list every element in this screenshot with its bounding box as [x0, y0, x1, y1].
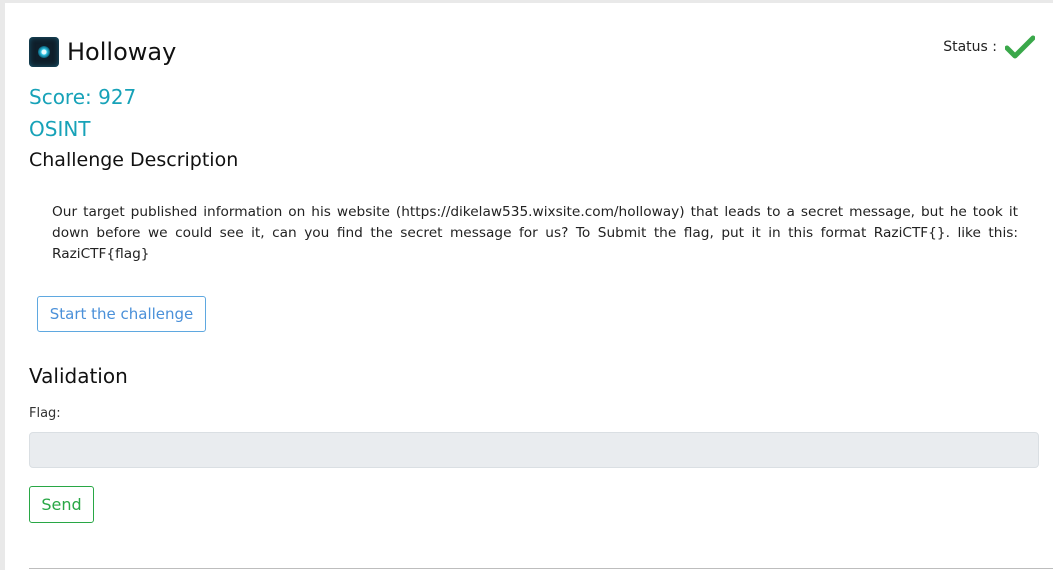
challenge-description: Our target published information on his … [52, 204, 1018, 262]
flag-input[interactable] [29, 432, 1039, 468]
status-indicator: Status : [943, 35, 1035, 59]
challenge-title: Holloway [67, 38, 177, 66]
divider [29, 568, 1053, 569]
challenge-card: Holloway Status : Score: 927 OSINT Chall… [5, 3, 1053, 570]
send-button[interactable]: Send [29, 486, 94, 523]
description-heading: Challenge Description [29, 149, 239, 171]
challenge-header: Holloway [29, 37, 176, 67]
challenge-category: OSINT [29, 117, 91, 141]
checkmark-icon [1005, 35, 1035, 59]
status-label: Status : [943, 39, 997, 55]
flag-label: Flag: [29, 406, 61, 421]
challenge-score: Score: 927 [29, 85, 137, 109]
cyber-eye-icon [29, 37, 59, 67]
start-challenge-button[interactable]: Start the challenge [37, 296, 206, 332]
validation-heading: Validation [29, 364, 128, 388]
